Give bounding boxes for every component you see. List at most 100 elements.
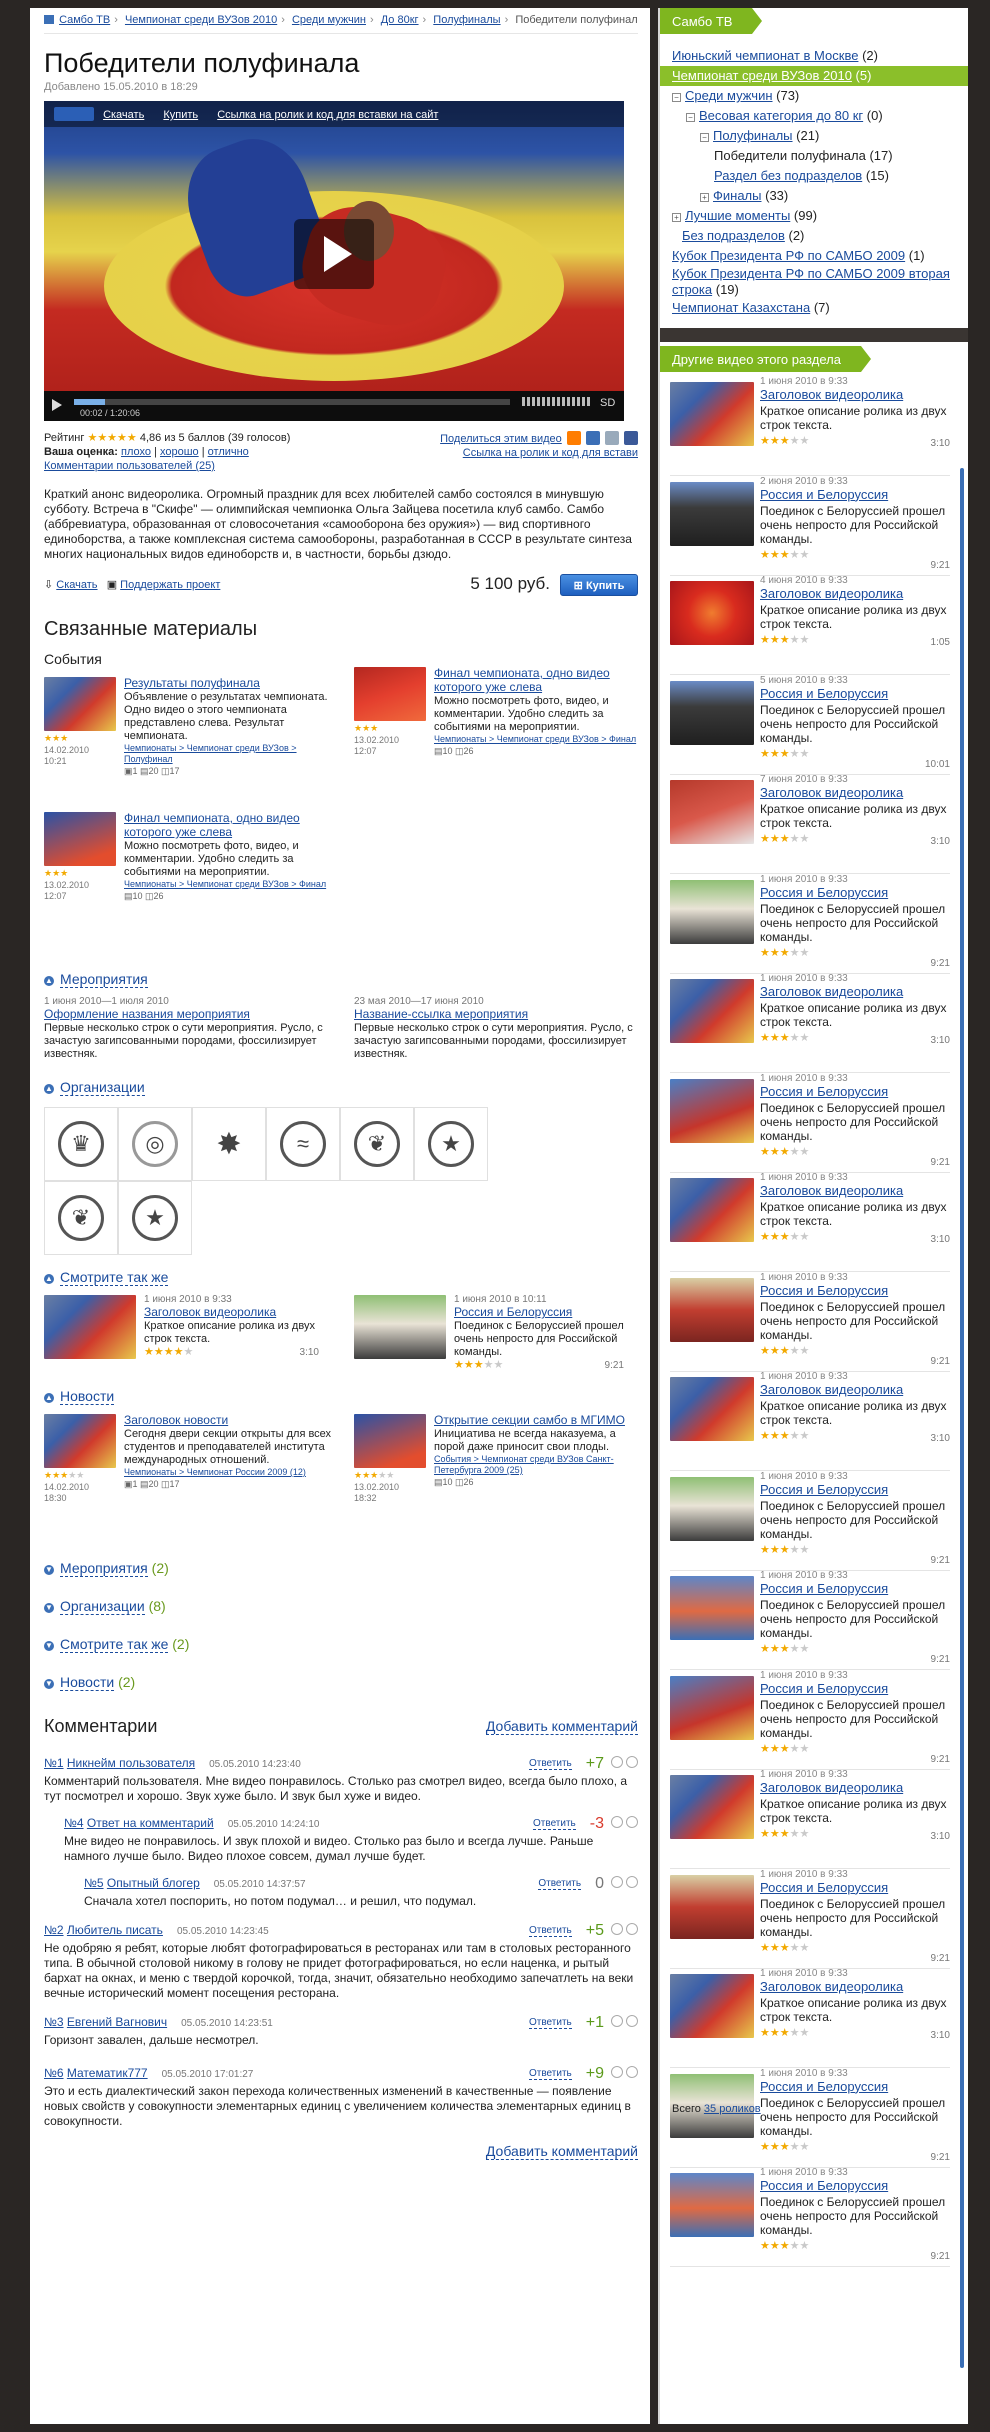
mail-icon[interactable] — [566, 431, 581, 445]
sidebar-category-label[interactable]: Среди мужчин — [685, 88, 773, 103]
meropr-title[interactable]: Название-ссылка мероприятия — [354, 1007, 528, 1021]
video-thumbnail[interactable] — [670, 680, 754, 745]
video-thumbnail[interactable] — [670, 1775, 754, 1839]
collapsed-section[interactable]: ▼ Мероприятия (2) — [44, 1560, 638, 1577]
comment-number[interactable]: №6 — [44, 2066, 64, 2080]
video-title[interactable]: Заголовок видеоролика — [760, 1979, 903, 1994]
meropr-title[interactable]: Оформление названия мероприятия — [44, 1007, 250, 1021]
sidebar-category-item[interactable]: Чемпионат Казахстана (7) — [672, 298, 958, 318]
sidebar-category-item[interactable]: − Среди мужчин (73) — [672, 86, 958, 106]
sidebar-category-item[interactable]: − Полуфиналы (21) — [672, 126, 958, 146]
comment-number[interactable]: №4 — [64, 1816, 84, 1830]
video-title[interactable]: Заголовок видеоролика — [144, 1305, 276, 1319]
sidebar-category-label[interactable]: Без подразделов — [682, 228, 785, 243]
comment-number[interactable]: №2 — [44, 1923, 64, 1937]
sidebar-category-item[interactable]: Без подразделов (2) — [672, 226, 958, 246]
video-thumbnail[interactable] — [670, 1874, 754, 1939]
player-embed-link[interactable]: Ссылка на ролик и код для вставки на сай… — [217, 109, 438, 121]
meropr-toggle[interactable]: Мероприятия — [60, 971, 148, 988]
video-title[interactable]: Россия и Белоруссия — [454, 1305, 572, 1319]
home-icon[interactable] — [44, 15, 54, 24]
video-thumbnail[interactable] — [670, 1377, 754, 1441]
video-title[interactable]: Россия и Белоруссия — [760, 2079, 888, 2094]
reply-link[interactable]: Ответить — [529, 2068, 572, 2080]
video-thumbnail[interactable] — [670, 979, 754, 1043]
sidebar-category-item[interactable]: Победители полуфинала (17) — [672, 146, 958, 166]
seek-bar[interactable] — [74, 399, 510, 405]
collapsed-section[interactable]: ▼ Смотрите так же (2) — [44, 1636, 638, 1653]
video-thumbnail[interactable] — [670, 1476, 754, 1541]
sidebar-category-label[interactable]: Весовая категория до 80 кг — [699, 108, 863, 123]
video-thumbnail[interactable] — [670, 879, 754, 944]
expand-icon[interactable]: + — [672, 213, 681, 222]
share-link[interactable]: Поделиться этим видео — [440, 433, 562, 445]
video-thumbnail[interactable] — [670, 481, 754, 546]
video-thumbnail[interactable] — [670, 780, 754, 844]
comment-author[interactable]: Евгений Вагнович — [67, 2015, 167, 2029]
video-title[interactable]: Россия и Белоруссия — [760, 686, 888, 701]
rate-good[interactable]: хорошо — [160, 446, 199, 458]
comment-number[interactable]: №1 — [44, 1756, 64, 1770]
event-thumbnail[interactable] — [354, 667, 426, 721]
video-title[interactable]: Россия и Белоруссия — [760, 1283, 888, 1298]
sidebar-category-item[interactable]: Кубок Президента РФ по САМБО 2009 вторая… — [672, 266, 958, 298]
news-thumbnail[interactable] — [354, 1414, 426, 1468]
video-thumbnail[interactable] — [354, 1295, 446, 1359]
video-thumbnail[interactable] — [670, 1078, 754, 1143]
video-title[interactable]: Заголовок видеоролика — [760, 1780, 903, 1795]
video-title[interactable]: Заголовок видеоролика — [760, 984, 903, 999]
video-title[interactable]: Россия и Белоруссия — [760, 1084, 888, 1099]
section-toggle[interactable]: Новости — [60, 1674, 115, 1691]
vk-icon[interactable] — [585, 431, 600, 445]
event-category-links[interactable]: Чемпионаты > Чемпионат среди ВУЗов > Фин… — [124, 879, 334, 890]
embed-code-link[interactable]: Ссылка на ролик и код для встави — [463, 447, 638, 459]
scrollbar[interactable] — [960, 468, 964, 2368]
reply-link[interactable]: Ответить — [529, 1758, 572, 1770]
seealso-section-header[interactable]: ▲ Смотрите так же — [44, 1269, 638, 1286]
video-title[interactable]: Заголовок видеоролика — [760, 785, 903, 800]
video-thumbnail[interactable] — [670, 1576, 754, 1640]
orgs-toggle[interactable]: Организации — [60, 1079, 145, 1096]
player-download-link[interactable]: Скачать — [103, 109, 144, 121]
video-title[interactable]: Заголовок видеоролика — [760, 1183, 903, 1198]
clip-icon[interactable] — [604, 431, 619, 445]
collapse-icon[interactable]: − — [686, 113, 695, 122]
video-thumbnail[interactable] — [670, 1277, 754, 1342]
sidebar-category-label[interactable]: Раздел без подразделов — [714, 168, 862, 183]
support-link[interactable]: Поддержать проект — [120, 579, 220, 591]
comment-author[interactable]: Опытный блогер — [107, 1876, 200, 1890]
orgs-section-header[interactable]: ▲ Организации — [44, 1079, 638, 1096]
video-thumbnail[interactable] — [670, 382, 754, 446]
sidebar-category-item[interactable]: + Финалы (33) — [672, 186, 958, 206]
sidebar-category-label[interactable]: Июньский чемпионат в Москве — [672, 48, 858, 63]
org-logo[interactable]: ✸ — [192, 1107, 266, 1181]
event-category-links[interactable]: Чемпионаты > Чемпионат среди ВУЗов > Пол… — [124, 743, 334, 765]
breadcrumb-item[interactable]: Полуфиналы — [433, 14, 500, 26]
org-logo[interactable]: ❦ — [340, 1107, 414, 1181]
sidebar-category-label[interactable]: Кубок Президента РФ по САМБО 2009 вторая… — [672, 266, 950, 297]
comment-number[interactable]: №3 — [44, 2015, 64, 2029]
video-title[interactable]: Россия и Белоруссия — [760, 1482, 888, 1497]
video-title[interactable]: Заголовок видеоролика — [760, 586, 903, 601]
video-thumbnail[interactable] — [670, 1178, 754, 1242]
sidebar-category-item[interactable]: − Весовая категория до 80 кг (0) — [672, 106, 958, 126]
player-buy-link[interactable]: Купить — [163, 109, 198, 121]
comment-author[interactable]: Математик777 — [67, 2066, 148, 2080]
event-thumbnail[interactable] — [44, 812, 116, 866]
meropr-section-header[interactable]: ▲ Мероприятия — [44, 971, 638, 988]
news-toggle[interactable]: Новости — [60, 1388, 115, 1405]
breadcrumb-item[interactable]: Самбо ТВ — [59, 14, 110, 26]
sidebar-category-label[interactable]: Кубок Президента РФ по САМБО 2009 — [672, 248, 905, 263]
sidebar-tab-label[interactable]: Самбо ТВ — [660, 8, 763, 34]
volume-slider[interactable] — [522, 397, 592, 406]
video-thumbnail[interactable] — [670, 581, 754, 645]
event-title[interactable]: Результаты полуфинала — [124, 676, 260, 690]
breadcrumb-item[interactable]: Чемпионат среди ВУЗов 2010 — [125, 14, 277, 26]
reply-link[interactable]: Ответить — [529, 2017, 572, 2029]
total-link[interactable]: 35 роликов — [704, 2103, 761, 2115]
video-title[interactable]: Заголовок видеоролика — [760, 387, 903, 402]
news-title[interactable]: Заголовок новости — [124, 1413, 228, 1427]
video-title[interactable]: Россия и Белоруссия — [760, 1681, 888, 1696]
news-category-links[interactable]: События > Чемпионат среди ВУЗов Санкт-Пе… — [434, 1454, 644, 1476]
reply-link[interactable]: Ответить — [533, 1818, 576, 1830]
